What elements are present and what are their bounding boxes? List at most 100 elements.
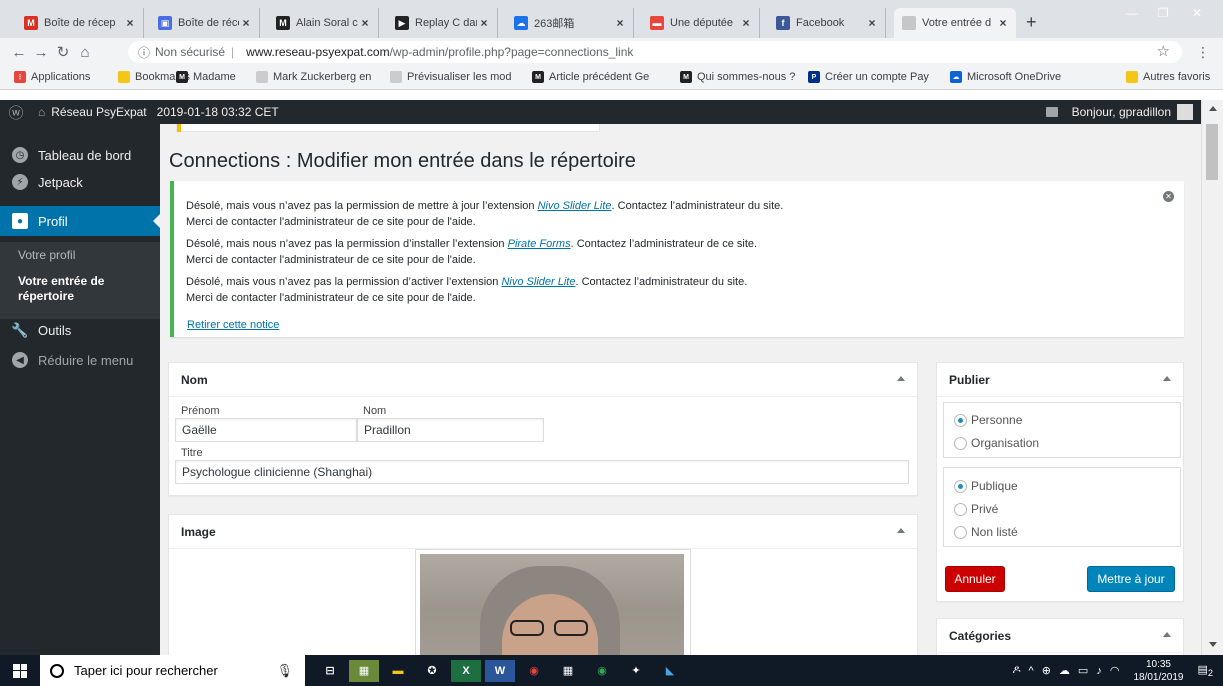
start-button[interactable] [0,663,40,678]
image-postbox-header[interactable]: Image [169,515,917,549]
app-icon-fish[interactable]: ✦ [621,660,651,682]
browser-tab[interactable]: ▶Replay C dans× [387,8,498,38]
new-tab-button[interactable]: + [1026,12,1037,33]
browser-tab[interactable]: Votre entrée d × [894,8,1016,38]
word-icon[interactable]: W [485,659,515,682]
bookmark-item[interactable]: M Qui sommes-nous ? [680,71,795,83]
back-icon[interactable]: ← [8,44,30,61]
toggle-arrow-icon[interactable] [1163,632,1171,637]
plugin-link-nivo-activate[interactable]: Nivo Slider Lite [501,276,575,288]
browser-tab[interactable]: ☁ 263邮箱 × [506,8,634,38]
tab-close-icon[interactable]: × [358,16,372,30]
info-icon[interactable]: ⓘ [138,44,150,61]
bookmark-item[interactable]: ☁ Microsoft OneDrive [950,71,1061,83]
tray-chevron-icon[interactable]: ^ [1029,665,1034,677]
radio-organisation[interactable]: Organisation [954,436,1039,450]
cloud-icon[interactable]: ☁ [1059,664,1070,677]
app-icon-paint[interactable]: ◣ [655,660,685,682]
cancel-button[interactable]: Annuler [945,566,1005,592]
home-icon[interactable]: ⌂ [74,44,96,61]
bookmark-item[interactable]: P Créer un compte Pay [808,71,929,83]
volume-icon[interactable]: ♪ [1096,665,1102,677]
last-name-input[interactable]: Pradillon [357,418,544,442]
site-name-link[interactable]: Réseau PsyExpat [51,105,146,119]
wordpress-logo-icon[interactable]: ⓦ [0,102,32,123]
scroll-thumb[interactable] [1206,124,1218,180]
maximize-icon[interactable]: ❐ [1158,6,1169,20]
submenu-votre-profil[interactable]: Votre profil [18,248,75,263]
tab-close-icon[interactable]: × [739,16,753,30]
excel-icon[interactable]: X [451,659,481,682]
bookmark-item[interactable]: M Madame [176,71,236,83]
greeting-link[interactable]: Bonjour, gpradillon [1072,105,1171,119]
radio-personne[interactable]: Personne [954,413,1022,427]
tab-close-icon[interactable]: × [996,16,1010,30]
notification-center-icon[interactable]: ▤2 [1198,663,1214,678]
first-name-input[interactable]: Gaëlle [175,418,357,442]
scroll-down-icon[interactable] [1209,642,1217,647]
file-explorer-icon[interactable]: ▬ [383,660,413,682]
dismiss-notice-link[interactable]: Retirer cette notice [187,317,279,333]
plugin-link-pirate-forms[interactable]: Pirate Forms [508,238,571,250]
name-postbox-header[interactable]: Nom [169,363,917,397]
browser-tab[interactable]: ▣Boîte de récep× [150,8,260,38]
radio-prive[interactable]: Privé [954,502,998,516]
forward-icon[interactable]: → [30,44,52,61]
bookmark-item[interactable]: ⋮ Applications [14,71,90,83]
minimize-icon[interactable]: — [1126,6,1138,20]
toggle-arrow-icon[interactable] [1163,376,1171,381]
taskbar-search[interactable]: Taper ici pour rechercher 🎙 [40,655,305,686]
tab-close-icon[interactable]: × [613,16,627,30]
tab-close-icon[interactable]: × [477,16,491,30]
microphone-icon[interactable]: 🎙 [276,663,293,679]
bookmark-star-icon[interactable]: ☆ [1157,42,1170,60]
page-scrollbar[interactable] [1201,100,1223,655]
radio-publique[interactable]: Publique [954,479,1018,493]
toggle-arrow-icon[interactable] [897,528,905,533]
tab-close-icon[interactable]: × [239,16,253,30]
home-icon[interactable]: ⌂ [38,105,45,119]
taskbar-clock[interactable]: 10:35 18/01/2019 [1133,658,1183,684]
app-icon-map[interactable]: ▦ [349,659,379,682]
radio-non-liste[interactable]: Non listé [954,525,1018,539]
chrome-icon[interactable]: ◉ [519,660,549,682]
comment-icon[interactable] [1045,107,1058,117]
people-icon[interactable]: ዶ [1013,664,1021,677]
sidebar-collapse-menu[interactable]: ◀ Réduire le menu [0,345,160,375]
reload-icon[interactable]: ↻ [52,43,74,61]
avatar[interactable] [1177,104,1193,120]
network-icon[interactable]: ⊕ [1042,664,1051,677]
browser-tab[interactable]: M Boîte de récep × [16,8,144,38]
browser-tab[interactable]: M Alain Soral co × [268,8,379,38]
bookmark-item[interactable]: Autres favoris [1126,71,1210,83]
browser-tab[interactable]: ▬ Une députée × [642,8,760,38]
sidebar-item-profil[interactable]: ● Profil [0,206,160,236]
bookmark-item[interactable]: Prévisualiser les mod [390,71,512,83]
update-button[interactable]: Mettre à jour [1087,566,1175,592]
tab-close-icon[interactable]: × [865,16,879,30]
bookmark-item[interactable]: Mark Zuckerberg en [256,71,371,83]
battery-icon[interactable]: ▭ [1078,664,1088,677]
dismiss-icon[interactable]: ✕ [1163,191,1174,202]
sidebar-item-dashboard[interactable]: ◷ Tableau de bord [0,140,160,170]
sidebar-item-outils[interactable]: 🔧 Outils [0,315,160,345]
task-view-icon[interactable]: ⊟ [315,660,345,682]
wifi-icon[interactable]: ◠ [1110,664,1120,677]
address-bar[interactable]: ⓘ Non sécurisé | www.reseau-psyexpat.com… [128,41,1182,63]
submenu-votre-entree[interactable]: Votre entrée de répertoire [18,274,138,304]
bookmark-item[interactable]: M Article précédent Ge [532,71,649,83]
plugin-link-nivo-update[interactable]: Nivo Slider Lite [538,200,612,212]
scroll-up-icon[interactable] [1209,106,1217,111]
categories-postbox-header[interactable]: Catégories [937,619,1183,653]
app-icon-star[interactable]: ✪ [417,660,447,682]
chrome-alt-icon[interactable]: ◉ [587,660,617,682]
title-input[interactable]: Psychologue clinicienne (Shanghai) [175,460,909,484]
close-window-icon[interactable]: ✕ [1192,6,1202,20]
toggle-arrow-icon[interactable] [897,376,905,381]
browser-tab[interactable]: f Facebook × [768,8,886,38]
calculator-icon[interactable]: ▦ [553,660,583,682]
tab-close-icon[interactable]: × [123,16,137,30]
sidebar-item-jetpack[interactable]: ⚡ Jetpack [0,167,160,197]
publish-postbox-header[interactable]: Publier [937,363,1183,397]
chrome-menu-icon[interactable]: ⋮ [1196,44,1210,61]
